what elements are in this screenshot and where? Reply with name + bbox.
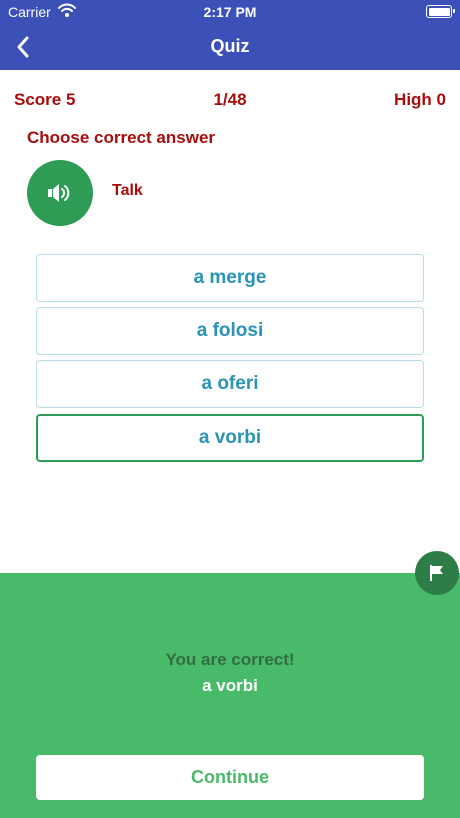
continue-button[interactable]: Continue (36, 755, 424, 800)
flag-icon (430, 565, 443, 581)
battery-icon (426, 5, 455, 18)
speaker-button[interactable] (27, 160, 93, 226)
instruction-text: Choose correct answer (27, 128, 216, 147)
score-row: Score 5 1/48 High 0 (0, 90, 460, 112)
result-answer: a vorbi (202, 676, 258, 695)
report-flag-button[interactable] (415, 551, 459, 595)
answer-option-4[interactable]: a vorbi (36, 414, 424, 462)
result-panel: You are correct! a vorbi Continue (0, 573, 460, 818)
quiz-word: Talk (112, 182, 143, 199)
question-progress: 1/48 (213, 90, 247, 109)
page-title: Quiz (210, 36, 250, 56)
speaker-icon (48, 184, 70, 202)
result-message: You are correct! (165, 650, 295, 669)
answer-option-1[interactable]: a merge (36, 254, 424, 302)
high-score-label: High 0 (394, 90, 446, 109)
status-time: 2:17 PM (203, 4, 257, 20)
status-bar: Carrier 2:17 PM (0, 0, 460, 24)
answer-option-3[interactable]: a oferi (36, 360, 424, 408)
nav-bar: Quiz (0, 24, 460, 70)
answer-option-2[interactable]: a folosi (36, 307, 424, 355)
